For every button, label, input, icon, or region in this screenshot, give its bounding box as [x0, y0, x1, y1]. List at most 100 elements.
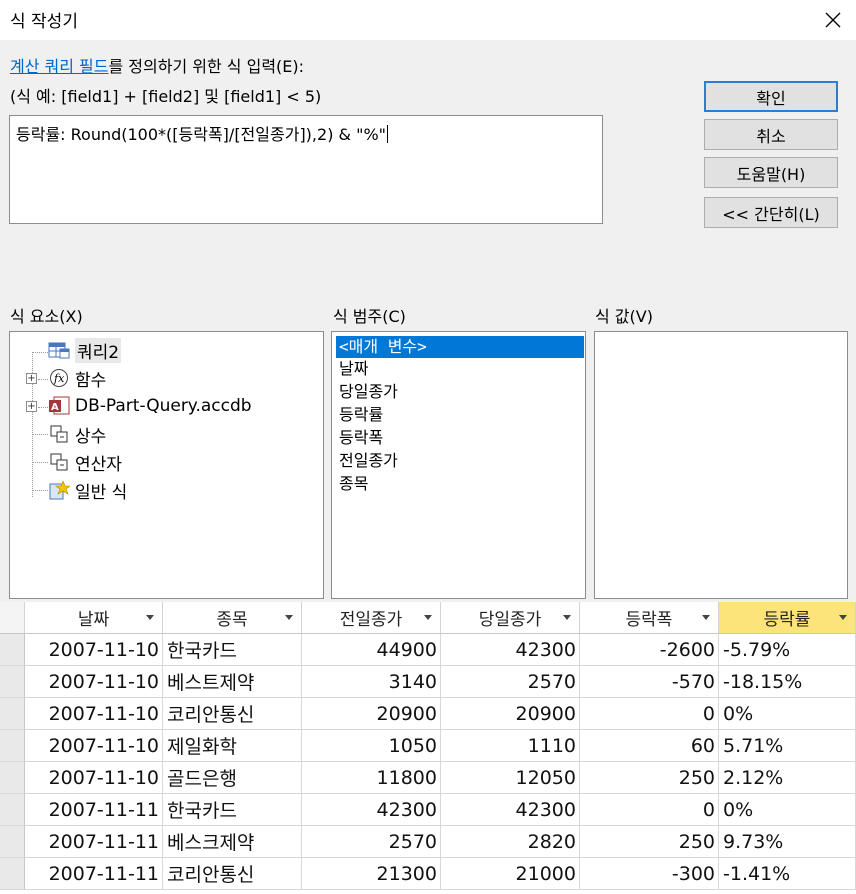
close-button[interactable]: [810, 0, 856, 40]
tree-item-query[interactable]: 쿼리2: [48, 337, 122, 363]
help-button[interactable]: 도움말(H): [704, 157, 838, 188]
table-cell-stock[interactable]: 베스크제약: [163, 826, 302, 858]
table-cell-date[interactable]: 2007-11-11: [25, 858, 163, 890]
table-cell-close[interactable]: 42300: [441, 634, 580, 666]
expression-categories-list[interactable]: <매개 변수> 날짜 당일종가 등락률 등락폭 전일종가 종목: [331, 331, 586, 599]
ok-button[interactable]: 확인: [704, 81, 838, 112]
dropdown-arrow-icon[interactable]: [424, 615, 432, 620]
table-cell-date[interactable]: 2007-11-10: [25, 762, 163, 794]
tree-item-common-expressions[interactable]: 일반 식: [48, 478, 127, 503]
table-cell-close[interactable]: 1110: [441, 730, 580, 762]
values-label: 식 값(V): [595, 307, 653, 326]
table-cell-close[interactable]: 2820: [441, 826, 580, 858]
category-item-close-price[interactable]: 당일종가: [336, 381, 584, 403]
select-all-corner[interactable]: [0, 602, 25, 634]
less-button[interactable]: << 간단히(L): [704, 197, 838, 228]
table-cell-date[interactable]: 2007-11-11: [25, 826, 163, 858]
column-header-date[interactable]: 날짜: [25, 602, 163, 634]
table-cell-rate[interactable]: 0%: [719, 698, 856, 730]
table-cell-date[interactable]: 2007-11-10: [25, 698, 163, 730]
table-cell-rate[interactable]: 0%: [719, 794, 856, 826]
cancel-button[interactable]: 취소: [704, 119, 838, 150]
window-title: 식 작성기: [10, 12, 78, 32]
table-cell-close[interactable]: 2570: [441, 666, 580, 698]
expression-elements-tree[interactable]: + + 쿼리2 fx 함수 A DB-Part-Query.accdb 상수 연…: [9, 331, 324, 599]
table-cell-date[interactable]: 2007-11-11: [25, 794, 163, 826]
table-cell-stock[interactable]: 한국카드: [163, 634, 302, 666]
category-item-parameters[interactable]: <매개 변수>: [336, 336, 584, 358]
table-cell-date[interactable]: 2007-11-10: [25, 730, 163, 762]
common-expression-icon: [48, 479, 70, 501]
table-cell-close[interactable]: 20900: [441, 698, 580, 730]
column-header-rate[interactable]: 등락률: [719, 602, 856, 634]
tree-item-operators[interactable]: 연산자: [48, 450, 122, 475]
row-selector[interactable]: [0, 698, 25, 730]
calculated-field-link[interactable]: 계산 쿼리 필드: [10, 57, 109, 76]
table-cell-stock[interactable]: 골드은행: [163, 762, 302, 794]
table-cell-stock[interactable]: 코리안통신: [163, 698, 302, 730]
table-cell-rate[interactable]: 2.12%: [719, 762, 856, 794]
column-header-change[interactable]: 등락폭: [580, 602, 719, 634]
table-cell-change[interactable]: 0: [580, 698, 719, 730]
table-cell-stock[interactable]: 베스트제약: [163, 666, 302, 698]
svg-text:A: A: [51, 402, 59, 413]
expression-input[interactable]: 등락률: Round(100*([등락폭]/[전일종가]),2) & "%": [9, 115, 603, 224]
table-cell-change[interactable]: 250: [580, 762, 719, 794]
dropdown-arrow-icon[interactable]: [563, 615, 571, 620]
table-cell-rate[interactable]: 5.71%: [719, 730, 856, 762]
column-header-prev-close[interactable]: 전일종가: [302, 602, 441, 634]
dropdown-arrow-icon[interactable]: [839, 615, 847, 620]
table-cell-date[interactable]: 2007-11-10: [25, 634, 163, 666]
dropdown-arrow-icon[interactable]: [146, 615, 154, 620]
table-cell-prev-close[interactable]: 21300: [302, 858, 441, 890]
row-selector[interactable]: [0, 762, 25, 794]
category-item-date[interactable]: 날짜: [336, 358, 584, 380]
tree-item-functions[interactable]: fx 함수: [48, 366, 106, 391]
table-cell-close[interactable]: 21000: [441, 858, 580, 890]
table-cell-close[interactable]: 42300: [441, 794, 580, 826]
table-cell-stock[interactable]: 코리안통신: [163, 858, 302, 890]
table-cell-prev-close[interactable]: 3140: [302, 666, 441, 698]
table-cell-rate[interactable]: -1.41%: [719, 858, 856, 890]
column-header-close[interactable]: 당일종가: [441, 602, 580, 634]
category-item-change-amount[interactable]: 등락폭: [336, 427, 584, 449]
table-cell-stock[interactable]: 한국카드: [163, 794, 302, 826]
category-item-prev-close[interactable]: 전일종가: [336, 450, 584, 472]
tree-item-constants[interactable]: 상수: [48, 422, 106, 447]
table-cell-rate[interactable]: 9.73%: [719, 826, 856, 858]
dropdown-arrow-icon[interactable]: [702, 615, 710, 620]
table-cell-prev-close[interactable]: 42300: [302, 794, 441, 826]
category-item-change-rate[interactable]: 등락률: [336, 404, 584, 426]
table-cell-prev-close[interactable]: 44900: [302, 634, 441, 666]
row-selector[interactable]: [0, 634, 25, 666]
table-cell-change[interactable]: 60: [580, 730, 719, 762]
table-cell-rate[interactable]: -18.15%: [719, 666, 856, 698]
row-selector[interactable]: [0, 666, 25, 698]
row-selector[interactable]: [0, 858, 25, 890]
row-selector[interactable]: [0, 794, 25, 826]
expression-values-list[interactable]: [594, 331, 848, 599]
expand-database-toggle[interactable]: +: [26, 401, 37, 412]
table-cell-prev-close[interactable]: 2570: [302, 826, 441, 858]
table-cell-change[interactable]: -300: [580, 858, 719, 890]
table-cell-date[interactable]: 2007-11-10: [25, 666, 163, 698]
table-cell-prev-close[interactable]: 20900: [302, 698, 441, 730]
table-cell-prev-close[interactable]: 1050: [302, 730, 441, 762]
table-cell-prev-close[interactable]: 11800: [302, 762, 441, 794]
table-cell-change[interactable]: 250: [580, 826, 719, 858]
table-cell-change[interactable]: 0: [580, 794, 719, 826]
expand-functions-toggle[interactable]: +: [26, 373, 37, 384]
title-bar: 식 작성기: [0, 0, 856, 40]
table-cell-stock[interactable]: 제일화학: [163, 730, 302, 762]
row-selector[interactable]: [0, 826, 25, 858]
table-cell-change[interactable]: -2600: [580, 634, 719, 666]
row-selector[interactable]: [0, 730, 25, 762]
table-cell-rate[interactable]: -5.79%: [719, 634, 856, 666]
category-item-stock[interactable]: 종목: [336, 473, 584, 495]
column-header-stock[interactable]: 종목: [163, 602, 302, 634]
table-cell-close[interactable]: 12050: [441, 762, 580, 794]
dropdown-arrow-icon[interactable]: [285, 615, 293, 620]
column-header-label: 종목: [216, 610, 248, 630]
tree-item-database[interactable]: A DB-Part-Query.accdb: [48, 394, 252, 418]
table-cell-change[interactable]: -570: [580, 666, 719, 698]
